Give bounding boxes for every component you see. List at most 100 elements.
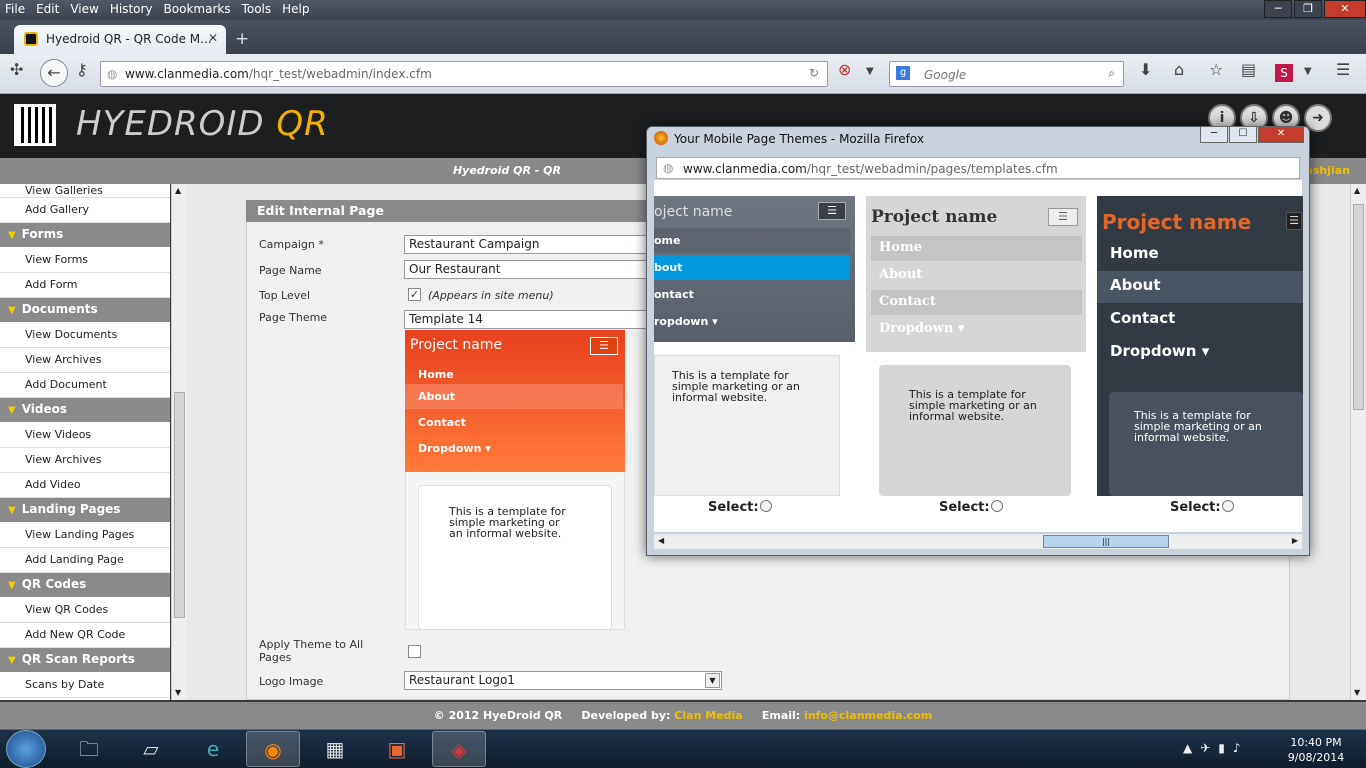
sidebar-item[interactable]: View Archives <box>0 348 170 373</box>
search-input[interactable]: g Google ⌕ <box>889 61 1124 87</box>
close-icon[interactable]: ✕ <box>1324 0 1366 18</box>
theme-a-body: This is a template for simple marketing … <box>654 355 840 496</box>
logo-image-value: Restaurant Logo1 <box>409 673 515 687</box>
menu-view[interactable]: View <box>65 0 104 16</box>
menu-edit[interactable]: Edit <box>31 0 65 16</box>
menu-file[interactable]: File <box>0 0 31 16</box>
globe-icon: ◍ <box>107 67 118 81</box>
sidebar-item-label: Add Video <box>25 478 81 491</box>
reload-icon[interactable]: ↻ <box>809 66 819 80</box>
apply-theme-checkbox[interactable] <box>408 645 421 658</box>
taskbar-clock[interactable]: 10:40 PM 9/08/2014 <box>1285 735 1347 765</box>
browser-tab[interactable]: Hyedroid QR - QR Code M... ✕ <box>14 25 226 54</box>
restore-icon[interactable]: ❐ <box>1294 0 1322 18</box>
scroll-left-icon[interactable]: ◀ <box>658 536 664 545</box>
menu-history[interactable]: History <box>105 0 159 16</box>
sidebar-item[interactable]: Add Landing Page <box>0 548 170 573</box>
minimize-icon[interactable]: ─ <box>1264 0 1292 18</box>
sidebar-item[interactable]: View Forms <box>0 248 170 273</box>
bookmarks-list-icon[interactable]: ▤ <box>1241 60 1256 79</box>
sidebar-item[interactable]: View Galleries <box>0 184 170 198</box>
key-icon[interactable]: ⚷ <box>76 60 88 79</box>
url-bar[interactable]: ◍ www.clanmedia.com/hqr_test/webadmin/in… <box>100 61 828 87</box>
sidebar-item[interactable]: View Archives <box>0 448 170 473</box>
new-tab-icon[interactable]: + <box>235 29 249 49</box>
page-scroll-thumb[interactable] <box>1353 204 1364 410</box>
puzzle-icon[interactable]: ✣ <box>10 60 23 79</box>
scroll-down-icon[interactable]: ▼ <box>175 688 181 697</box>
notepad-icon[interactable]: ▱ <box>124 731 178 767</box>
download-icon[interactable]: ⬇ <box>1139 60 1152 79</box>
page-name-field[interactable]: Our Restaurant <box>404 260 654 279</box>
sidebar-item[interactable]: View Documents <box>0 323 170 348</box>
sidebar-section-documents[interactable]: ▼ Documents <box>0 298 170 323</box>
sidebar-item[interactable]: Add Gallery <box>0 198 170 223</box>
explorer-icon[interactable]: 🗀 <box>62 731 116 767</box>
close-icon[interactable]: ✕ <box>1258 126 1304 143</box>
theme-a-radio[interactable] <box>760 500 772 512</box>
theme-c-radio[interactable] <box>1222 500 1234 512</box>
firefox-taskbar-icon[interactable]: ◉ <box>246 731 300 767</box>
theme-b-radio[interactable] <box>991 500 1003 512</box>
tab-close-icon[interactable]: ✕ <box>208 31 218 45</box>
sidebar-section-qr-scan-reports[interactable]: ▼ QR Scan Reports <box>0 648 170 673</box>
home-icon[interactable]: ⌂ <box>1174 60 1184 79</box>
page-scrollbar[interactable]: ▲ ▼ <box>1350 184 1366 700</box>
scroll-up-icon[interactable]: ▲ <box>1354 186 1360 195</box>
sidebar-item-label: Forms <box>21 227 64 241</box>
popup-horizontal-scrollbar[interactable]: ◀ ||| ▶ <box>654 533 1302 549</box>
popup-scroll-thumb[interactable]: ||| <box>1043 535 1169 548</box>
app-icon[interactable]: ▣ <box>370 731 424 767</box>
sidebar-scrollbar[interactable]: ▲ ▼ <box>171 184 187 700</box>
menu-hamburger-icon[interactable]: ☰ <box>1336 60 1350 79</box>
signal-icon[interactable]: ▮ <box>1218 741 1233 755</box>
footer-developer-link[interactable]: Clan Media <box>674 709 742 722</box>
sidebar-section-landing-pages[interactable]: ▼ Landing Pages <box>0 498 170 523</box>
scroll-up-icon[interactable]: ▲ <box>175 186 181 195</box>
menu-bookmarks[interactable]: Bookmarks <box>159 0 237 16</box>
sidebar-item[interactable]: Add Document <box>0 373 170 398</box>
filezilla-icon[interactable]: ◈ <box>432 731 486 767</box>
sidebar-item[interactable]: View Landing Pages <box>0 523 170 548</box>
dropdown-icon[interactable]: ▼ <box>866 66 874 77</box>
top-level-hint: (Appears in site menu) <box>428 289 554 302</box>
internet-explorer-icon[interactable]: e <box>186 731 240 767</box>
campaign-field[interactable]: Restaurant Campaign <box>404 235 654 254</box>
menu-help[interactable]: Help <box>277 0 315 16</box>
sidebar-section-forms[interactable]: ▼ Forms <box>0 223 170 248</box>
sidebar-section-qr-codes[interactable]: ▼ QR Codes <box>0 573 170 598</box>
calculator-icon[interactable]: ▦ <box>308 731 362 767</box>
sidebar-item[interactable]: View Videos <box>0 423 170 448</box>
addon-icon[interactable]: ⊗ <box>838 60 851 79</box>
maximize-icon[interactable]: ☐ <box>1229 126 1257 143</box>
sidebar-item[interactable]: View QR Codes <box>0 598 170 623</box>
scroll-down-icon[interactable]: ▼ <box>1354 688 1360 697</box>
sidebar-item[interactable]: Add Form <box>0 273 170 298</box>
addon-dropdown-icon[interactable]: ▼ <box>1304 66 1312 77</box>
tray-arrow-icon[interactable]: ▲ <box>1183 741 1200 755</box>
theme-a-body-line: informal website. <box>672 391 768 404</box>
windows-start-icon[interactable] <box>6 730 46 768</box>
minimize-icon[interactable]: ─ <box>1200 126 1228 143</box>
page-theme-label: Page Theme <box>259 311 328 324</box>
sidebar-item[interactable]: Add New QR Code <box>0 623 170 648</box>
search-icon[interactable]: ⌕ <box>1108 66 1115 81</box>
volume-icon[interactable]: ♪ <box>1233 741 1249 755</box>
sidebar-section-videos[interactable]: ▼ Videos <box>0 398 170 423</box>
theme-b-select-label: Select: <box>939 500 990 515</box>
sidebar-item[interactable]: Add Video <box>0 473 170 498</box>
scroll-right-icon[interactable]: ▶ <box>1292 536 1298 545</box>
network-icon[interactable]: ✈ <box>1200 741 1218 755</box>
footer-email-link[interactable]: info@clanmedia.com <box>804 709 932 722</box>
top-level-checkbox[interactable]: ✓ <box>408 288 421 301</box>
sidebar-scroll-thumb[interactable] <box>174 392 185 618</box>
menu-tools[interactable]: Tools <box>237 0 278 16</box>
page-theme-field[interactable]: Template 14 <box>404 310 654 329</box>
bookmark-star-icon[interactable]: ☆ <box>1209 60 1223 79</box>
sidebar-item[interactable]: Scans by Date <box>0 673 170 698</box>
sidebar-item-label: Add Form <box>25 278 78 291</box>
stumble-icon[interactable]: S <box>1275 64 1293 82</box>
back-icon[interactable]: ← <box>40 59 68 87</box>
chevron-down-icon[interactable]: ▼ <box>705 673 720 688</box>
logo-image-select[interactable]: Restaurant Logo1 ▼ <box>404 671 722 690</box>
